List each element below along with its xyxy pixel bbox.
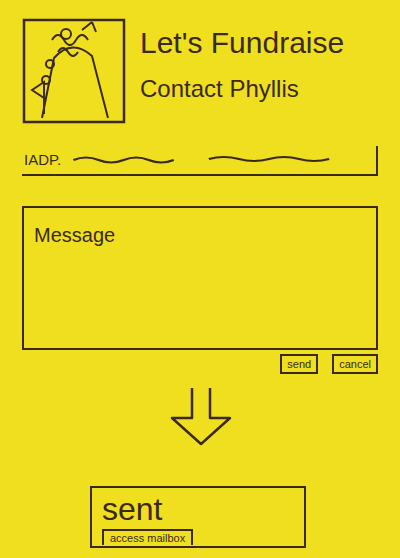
field-label: IADP. (24, 151, 61, 168)
down-arrow-icon (166, 384, 236, 448)
page-subtitle: Contact Phyllis (140, 75, 344, 103)
cancel-button[interactable]: cancel (332, 354, 378, 374)
address-field[interactable]: IADP. (22, 146, 378, 176)
mailbox-button[interactable]: access mailbox (102, 529, 193, 545)
send-button[interactable]: send (280, 354, 318, 374)
message-label: Message (34, 224, 366, 247)
scribble-icon (71, 153, 372, 165)
app-title: Let's Fundraise (140, 26, 344, 61)
header: Let's Fundraise Contact Phyllis (22, 18, 380, 124)
logo-icon (22, 18, 126, 124)
prototype-page: Let's Fundraise Contact Phyllis IADP. Messa… (0, 0, 400, 558)
button-row: send cancel (22, 354, 380, 374)
message-box[interactable]: Message (22, 206, 378, 350)
sent-confirmation: sent access mailbox (90, 486, 306, 548)
title-block: Let's Fundraise Contact Phyllis (140, 18, 344, 102)
sent-title: sent (102, 492, 162, 527)
flow-arrow (22, 384, 380, 448)
